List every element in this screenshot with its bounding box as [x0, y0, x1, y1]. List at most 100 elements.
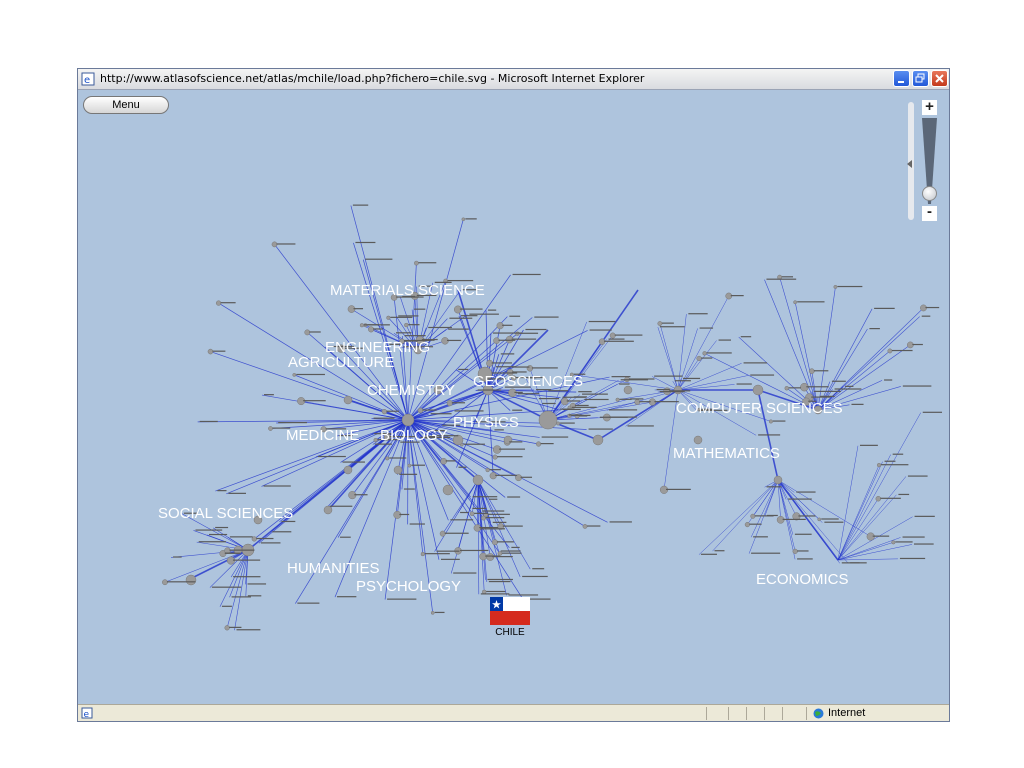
- network-node[interactable]: [657, 321, 663, 326]
- node-label-mark: [837, 285, 863, 288]
- zoom-out-button[interactable]: -: [922, 204, 937, 221]
- node-label-mark: [850, 562, 867, 564]
- network-node[interactable]: [271, 241, 278, 248]
- network-node[interactable]: [752, 384, 764, 396]
- category-label[interactable]: MATHEMATICS: [673, 445, 780, 462]
- network-node[interactable]: [492, 454, 498, 460]
- network-node[interactable]: [420, 551, 425, 557]
- collapse-arrow-icon[interactable]: [907, 160, 912, 168]
- network-node[interactable]: [538, 410, 558, 430]
- network-node[interactable]: [768, 419, 773, 424]
- category-label[interactable]: CHEMISTRY: [367, 382, 455, 399]
- network-node[interactable]: [875, 495, 882, 502]
- network-node[interactable]: [162, 579, 168, 586]
- network-node[interactable]: [386, 315, 391, 320]
- network-node[interactable]: [292, 373, 297, 377]
- category-label[interactable]: PSYCHOLOGY: [356, 578, 461, 595]
- network-node[interactable]: [452, 434, 464, 446]
- network-node[interactable]: [503, 435, 513, 445]
- network-node[interactable]: [809, 368, 815, 374]
- node-label-mark: [430, 413, 452, 415]
- network-node[interactable]: [359, 323, 365, 328]
- network-node[interactable]: [609, 332, 616, 339]
- network-link: [817, 308, 873, 411]
- network-node[interactable]: [615, 397, 620, 402]
- category-label[interactable]: AGRICULTURE: [288, 354, 394, 371]
- network-node[interactable]: [446, 400, 453, 407]
- network-node[interactable]: [343, 395, 353, 405]
- close-button[interactable]: [931, 70, 948, 87]
- network-node[interactable]: [381, 408, 388, 415]
- zoom-in-button[interactable]: +: [922, 99, 937, 115]
- network-node[interactable]: [634, 399, 641, 405]
- network-node[interactable]: [497, 551, 503, 556]
- network-node[interactable]: [887, 348, 893, 354]
- network-node[interactable]: [469, 511, 475, 517]
- category-label[interactable]: ECONOMICS: [756, 571, 849, 588]
- category-label[interactable]: MATERIALS SCIENCE: [330, 282, 485, 299]
- network-node[interactable]: [792, 548, 798, 554]
- network-node[interactable]: [215, 300, 222, 306]
- category-label[interactable]: HUMANITIES: [287, 560, 380, 577]
- node-label-mark: [750, 374, 775, 376]
- network-node[interactable]: [784, 386, 789, 391]
- network-node[interactable]: [592, 434, 604, 446]
- network-node[interactable]: [750, 513, 756, 519]
- network-link: [750, 479, 779, 538]
- network-node[interactable]: [744, 522, 750, 528]
- network-node[interactable]: [696, 355, 702, 362]
- network-node[interactable]: [207, 348, 214, 355]
- menu-button[interactable]: Menu: [83, 96, 169, 114]
- network-node[interactable]: [702, 351, 707, 356]
- network-node[interactable]: [693, 435, 703, 445]
- network-node[interactable]: [481, 589, 487, 595]
- node-label-mark: [718, 339, 731, 341]
- network-node[interactable]: [393, 465, 403, 475]
- node-label-mark: [303, 400, 326, 402]
- network-node[interactable]: [268, 426, 273, 431]
- network-node[interactable]: [582, 524, 588, 529]
- network-node[interactable]: [404, 322, 409, 328]
- category-label[interactable]: GEOSCIENCES: [473, 373, 583, 390]
- network-node[interactable]: [414, 260, 419, 266]
- category-label[interactable]: BIOLOGY: [380, 427, 448, 444]
- network-node[interactable]: [491, 539, 498, 546]
- network-node[interactable]: [439, 530, 446, 537]
- network-node[interactable]: [793, 300, 798, 305]
- network-node[interactable]: [472, 474, 484, 486]
- network-node[interactable]: [485, 467, 490, 473]
- network-node[interactable]: [817, 517, 822, 522]
- network-node[interactable]: [623, 385, 633, 395]
- network-node[interactable]: [401, 413, 415, 427]
- zoom-slider-handle[interactable]: [922, 186, 937, 201]
- network-node[interactable]: [417, 407, 424, 414]
- restore-button[interactable]: [912, 70, 929, 87]
- country-flag[interactable]: [490, 597, 530, 625]
- network-node[interactable]: [673, 385, 683, 395]
- network-node[interactable]: [461, 217, 466, 222]
- category-label[interactable]: COMPUTER SCIENCES: [676, 400, 843, 417]
- category-label[interactable]: PHYSICS: [453, 414, 519, 431]
- network-node[interactable]: [430, 610, 435, 615]
- network-node[interactable]: [891, 540, 896, 545]
- network-node[interactable]: [876, 462, 882, 468]
- node-label-mark: [579, 415, 588, 417]
- network-node[interactable]: [442, 484, 454, 496]
- network-node[interactable]: [373, 437, 378, 443]
- network-node[interactable]: [773, 475, 783, 485]
- network-node[interactable]: [515, 331, 520, 336]
- network-node[interactable]: [185, 574, 197, 586]
- network-node[interactable]: [833, 284, 838, 289]
- map-viewport[interactable]: MATERIALS SCIENCE ENGINEERING AGRICULTURE C…: [78, 90, 949, 704]
- network-node[interactable]: [304, 329, 311, 336]
- network-node[interactable]: [224, 625, 230, 631]
- network-node[interactable]: [385, 456, 390, 461]
- network-node[interactable]: [407, 463, 412, 468]
- category-label[interactable]: SOCIAL SCIENCES: [158, 505, 293, 522]
- network-node[interactable]: [535, 441, 542, 447]
- network-node[interactable]: [368, 326, 375, 333]
- network-node[interactable]: [343, 465, 353, 475]
- network-node[interactable]: [323, 505, 333, 515]
- minimize-button[interactable]: [893, 70, 910, 87]
- category-label[interactable]: MEDICINE: [286, 427, 359, 444]
